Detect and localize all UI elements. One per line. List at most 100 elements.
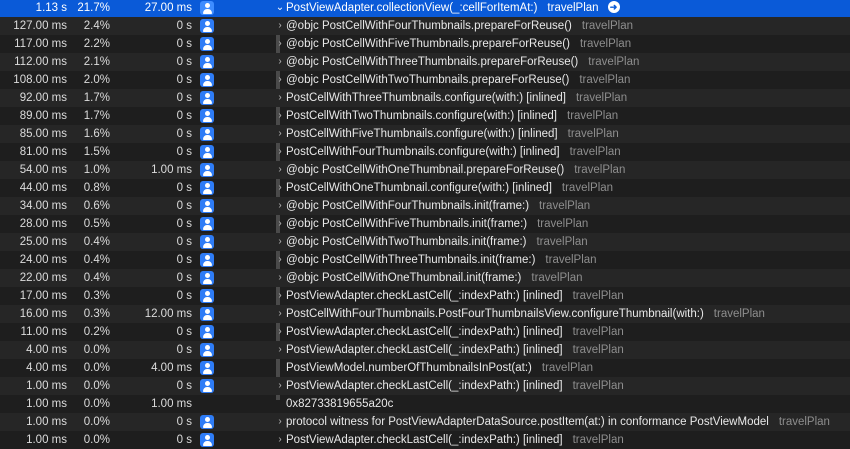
symbol-cell: › PostCellWithFourThumbnails.PostFourThum… xyxy=(267,305,850,323)
percent-cell: 2.1% xyxy=(83,56,110,68)
chevron-right-icon[interactable]: › xyxy=(275,233,285,251)
chevron-right-icon[interactable]: › xyxy=(275,431,285,449)
symbol-name: PostViewAdapter.checkLastCell(_:indexPat… xyxy=(286,344,563,356)
table-row[interactable]: 17.00 ms 0.3% 0 s › PostViewAdapter.checkLas… xyxy=(0,287,850,305)
chevron-right-icon[interactable]: › xyxy=(275,89,285,107)
library-name: travelPlan xyxy=(713,308,765,320)
symbol-name: PostCellWithTwoThumbnails.configure(with… xyxy=(286,110,557,122)
chevron-right-icon[interactable]: › xyxy=(275,341,285,359)
table-row[interactable]: 28.00 ms 0.5% 0 s › @objc PostCellWithFiveTh… xyxy=(0,215,850,233)
weight-cell: 16.00 ms xyxy=(19,308,67,320)
table-row[interactable]: 22.00 ms 0.4% 0 s › @objc PostCellWithOneThu… xyxy=(0,269,850,287)
chevron-right-icon[interactable]: › xyxy=(275,377,285,395)
percent-cell: 2.4% xyxy=(83,20,110,32)
icon-cell xyxy=(198,269,216,287)
symbol-cell: › @objc PostCellWithOneThumbnail.prepareF… xyxy=(267,161,850,179)
table-row[interactable]: 54.00 ms 1.0% 1.00 ms › @objc PostCellWithOn… xyxy=(0,161,850,179)
self-weight-cell: 0 s xyxy=(176,236,192,248)
chevron-right-icon[interactable]: › xyxy=(275,323,285,341)
percent-cell: 1.0% xyxy=(83,164,110,176)
user-code-icon xyxy=(200,271,214,285)
table-row[interactable]: 108.00 ms 2.0% 0 s › @objc PostCellWithTwoTh… xyxy=(0,71,850,89)
self-weight-cell: 0 s xyxy=(176,380,192,392)
symbol-cell: › @objc PostCellWithOneThumbnail.init(fra… xyxy=(267,269,850,287)
self-weight-cell: 4.00 ms xyxy=(151,362,192,374)
table-row[interactable]: 1.00 ms 0.0% 1.00 ms ›0x82733819655a20c xyxy=(0,395,850,413)
chevron-right-icon[interactable]: › xyxy=(275,107,285,125)
user-code-icon xyxy=(200,163,214,177)
weight-cell: 85.00 ms xyxy=(19,128,67,140)
chevron-right-icon[interactable]: › xyxy=(275,215,285,233)
chevron-right-icon[interactable]: › xyxy=(275,125,285,143)
percent-cell: 0.8% xyxy=(83,182,110,194)
table-row[interactable]: 112.00 ms 2.1% 0 s › @objc PostCellWithThree… xyxy=(0,53,850,71)
chevron-right-icon[interactable]: › xyxy=(275,35,285,53)
table-row[interactable]: 34.00 ms 0.6% 0 s › @objc PostCellWithFourTh… xyxy=(0,197,850,215)
chevron-right-icon[interactable]: › xyxy=(275,71,285,89)
chevron-right-icon[interactable]: › xyxy=(275,53,285,71)
chevron-right-icon[interactable]: › xyxy=(275,269,285,287)
chevron-right-icon[interactable]: › xyxy=(275,179,285,197)
symbol-cell: › PostViewAdapter.checkLastCell(_:indexPa… xyxy=(267,431,850,449)
percent-cell: 0.4% xyxy=(83,236,110,248)
chevron-right-icon[interactable]: › xyxy=(275,143,285,161)
icon-cell xyxy=(198,305,216,323)
arrow-circle-right-icon[interactable]: ➜ xyxy=(607,0,620,13)
chevron-right-icon[interactable]: › xyxy=(275,413,285,431)
self-weight-cell: 0 s xyxy=(176,254,192,266)
chevron-right-icon[interactable]: › xyxy=(275,161,285,179)
symbol-cell: › PostViewAdapter.checkLastCell(_:indexPa… xyxy=(267,323,850,341)
self-weight-cell: 0 s xyxy=(176,74,192,86)
table-row[interactable]: 92.00 ms 1.7% 0 s › PostCellWithThreeThumbna… xyxy=(0,89,850,107)
symbol-cell: › @objc PostCellWithFourThumbnails.prepar… xyxy=(267,17,850,35)
table-row[interactable]: 85.00 ms 1.6% 0 s › PostCellWithFiveThumbnai… xyxy=(0,125,850,143)
library-name: travelPlan xyxy=(531,272,583,284)
chevron-right-icon[interactable]: › xyxy=(275,17,285,35)
percent-cell: 1.6% xyxy=(83,128,110,140)
chevron-right-icon[interactable]: › xyxy=(275,287,285,305)
chevron-right-icon[interactable]: › xyxy=(275,251,285,269)
library-name: travelPlan xyxy=(579,74,631,86)
self-weight-cell: 12.00 ms xyxy=(144,308,192,320)
percent-cell: 0.0% xyxy=(83,344,110,356)
chevron-right-icon[interactable]: › xyxy=(275,305,285,323)
symbol-name: @objc PostCellWithThreeThumbnails.init(f… xyxy=(286,254,536,266)
library-name: travelPlan xyxy=(567,110,619,122)
table-row[interactable]: 89.00 ms 1.7% 0 s › PostCellWithTwoThumbnail… xyxy=(0,107,850,125)
library-name: travelPlan xyxy=(569,146,621,158)
symbol-cell: › PostCellWithTwoThumbnails.configure(wit… xyxy=(267,107,850,125)
chevron-right-icon[interactable]: › xyxy=(275,197,285,215)
table-row[interactable]: 4.00 ms 0.0% 0 s › PostViewAdapter.checkLast… xyxy=(0,341,850,359)
symbol-cell: › PostCellWithOneThumbnail.configure(with… xyxy=(267,179,850,197)
table-row[interactable]: 1.00 ms 0.0% 0 s › PostViewAdapter.checkLast… xyxy=(0,377,850,395)
percent-cell: 0.4% xyxy=(83,254,110,266)
user-code-icon xyxy=(200,253,214,267)
table-row[interactable]: 1.13 s 21.7% 27.00 ms ⌄ PostViewAdapter.coll… xyxy=(0,0,850,17)
icon-cell xyxy=(198,17,216,35)
call-tree-table[interactable]: 1.13 s 21.7% 27.00 ms ⌄ PostViewAdapter.coll… xyxy=(0,0,850,447)
weight-cell: 44.00 ms xyxy=(19,182,67,194)
table-row[interactable]: 117.00 ms 2.2% 0 s › @objc PostCellWithFiveT… xyxy=(0,35,850,53)
icon-cell xyxy=(198,377,216,395)
symbol-name: @objc PostCellWithOneThumbnail.init(fram… xyxy=(286,272,522,284)
chevron-down-icon[interactable]: ⌄ xyxy=(275,0,285,17)
table-row[interactable]: 127.00 ms 2.4% 0 s › @objc PostCellWithFourT… xyxy=(0,17,850,35)
table-row[interactable]: 16.00 ms 0.3% 12.00 ms › PostCellWithFourThu… xyxy=(0,305,850,323)
weight-cell: 1.13 s xyxy=(35,2,67,14)
weight-cell: 1.00 ms xyxy=(26,398,67,410)
table-row[interactable]: 25.00 ms 0.4% 0 s › @objc PostCellWithTwoThu… xyxy=(0,233,850,251)
table-row[interactable]: 81.00 ms 1.5% 0 s › PostCellWithFourThumbnai… xyxy=(0,143,850,161)
symbol-cell: › PostCellWithThreeThumbnails.configure(w… xyxy=(267,89,850,107)
table-row[interactable]: 44.00 ms 0.8% 0 s › PostCellWithOneThumbnail… xyxy=(0,179,850,197)
table-row[interactable]: 1.00 ms 0.0% 0 s › PostViewAdapter.checkLast… xyxy=(0,431,850,449)
table-row[interactable]: 1.00 ms 0.0% 0 s › protocol witness for Post… xyxy=(0,413,850,431)
self-weight-cell: 0 s xyxy=(176,272,192,284)
user-code-icon xyxy=(200,343,214,357)
table-row[interactable]: 11.00 ms 0.2% 0 s › PostViewAdapter.checkLas… xyxy=(0,323,850,341)
table-row[interactable]: 4.00 ms 0.0% 4.00 ms ›PostViewModel.numberO… xyxy=(0,359,850,377)
library-name: travelPlan xyxy=(575,92,628,104)
table-row[interactable]: 24.00 ms 0.4% 0 s › @objc PostCellWithThreeT… xyxy=(0,251,850,269)
user-code-icon xyxy=(200,415,214,429)
percent-cell: 0.2% xyxy=(83,326,110,338)
library-name: travelPlan xyxy=(579,38,632,50)
